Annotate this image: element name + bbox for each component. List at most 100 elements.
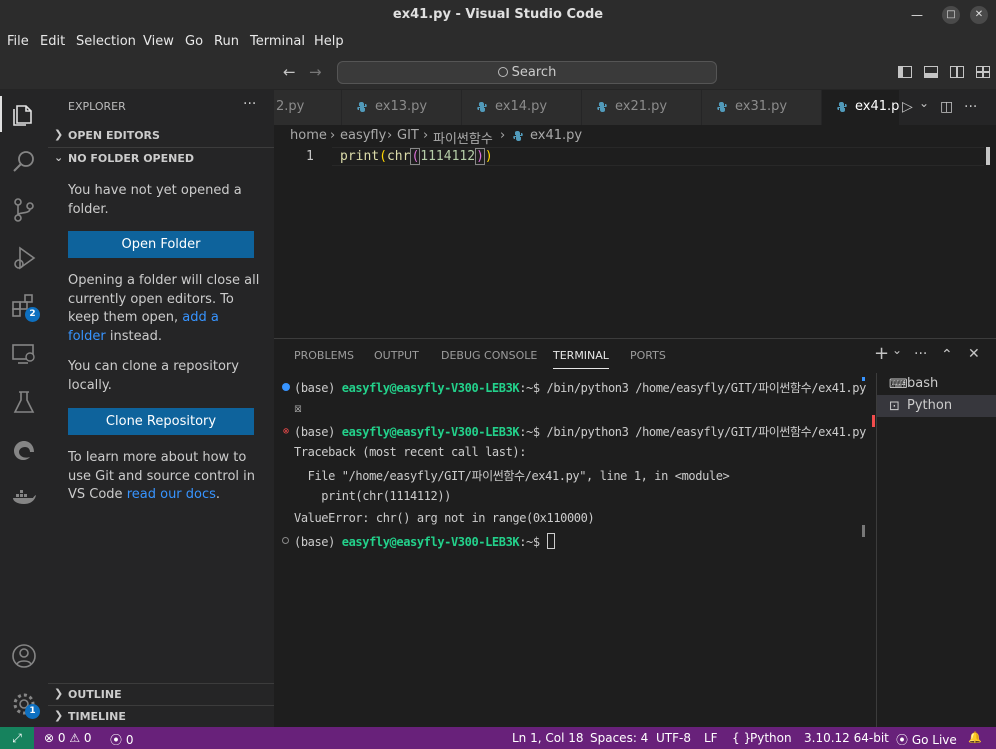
title-bar: ex41.py - Visual Studio Code — □ ✕ — [0, 0, 996, 31]
terminal-output[interactable]: (base) easyfly@easyfly-V300-LEB3K:~$ /bi… — [274, 377, 866, 727]
maximize-button[interactable]: □ — [942, 6, 960, 24]
python-interpreter[interactable]: 3.10.12 64-bit — [804, 731, 889, 745]
menu-help[interactable]: Help — [314, 34, 344, 49]
ports-status[interactable]: ⦿ 0 — [110, 731, 133, 748]
language-mode[interactable]: Python — [750, 731, 792, 745]
back-arrow-icon[interactable]: ← — [283, 63, 296, 81]
breadcrumb-git[interactable]: GIT — [397, 128, 419, 143]
menu-file[interactable]: File — [7, 34, 29, 49]
terminal-cursor — [546, 533, 555, 549]
no-folder-label: NO FOLDER OPENED — [68, 152, 194, 165]
read-docs-link[interactable]: read our docs — [127, 487, 216, 502]
timeline-header[interactable]: ❯ TIMELINE — [48, 705, 274, 727]
toggle-panel-icon[interactable] — [924, 66, 938, 78]
menu-selection[interactable]: Selection — [76, 34, 136, 49]
prompt-user: easyfly@easyfly-V300-LEB3K — [341, 381, 520, 395]
breadcrumb-folder[interactable]: 파이썬함수 — [433, 128, 493, 147]
chevron-right-icon: ❯ — [54, 709, 64, 722]
open-folder-button[interactable]: Open Folder — [68, 231, 254, 258]
no-folder-header[interactable]: ⌄ NO FOLDER OPENED — [48, 147, 274, 169]
search-view-icon[interactable] — [10, 148, 38, 176]
explorer-icon[interactable] — [10, 100, 38, 128]
clone-repository-button[interactable]: Clone Repository — [68, 408, 254, 435]
menu-view[interactable]: View — [143, 34, 174, 49]
tab-terminal[interactable]: TERMINAL — [553, 349, 609, 369]
edge-devtools-icon[interactable] — [10, 436, 38, 464]
minimap-slider[interactable] — [986, 147, 990, 165]
close-panel-icon[interactable]: ✕ — [968, 346, 980, 362]
docker-icon[interactable] — [10, 484, 38, 512]
open-editors-header[interactable]: ❯ OPEN EDITORS — [48, 125, 274, 147]
activity-bar: 2 1 — [0, 90, 48, 727]
terminal-item-python[interactable]: ⊡ Python — [877, 395, 996, 417]
minimize-button[interactable]: — — [908, 6, 926, 24]
search-icon — [497, 67, 508, 77]
tab-label: ex31.py — [735, 99, 788, 114]
testing-icon[interactable] — [10, 388, 38, 416]
run-debug-icon[interactable] — [10, 244, 38, 272]
encoding-status[interactable]: UTF-8 — [656, 731, 691, 745]
tab-ex41-py[interactable]: ex41.p — [822, 90, 900, 125]
terminal-line: print(chr(1114112)) — [294, 489, 451, 503]
breadcrumb-file[interactable]: ex41.py — [530, 128, 582, 143]
source-control-icon[interactable] — [10, 196, 38, 224]
customize-layout-icon[interactable] — [976, 66, 990, 78]
run-file-icon[interactable]: ▷ — [902, 99, 913, 115]
tab-ports[interactable]: PORTS — [630, 349, 666, 362]
tab-ex14-py[interactable]: ex14.py — [462, 90, 582, 125]
tab-ex13-py[interactable]: ex13.py — [342, 90, 462, 125]
menu-run[interactable]: Run — [214, 34, 239, 49]
notifications-bell-icon[interactable]: 🔔 — [968, 731, 982, 744]
run-dropdown-icon[interactable]: ⌄ — [919, 96, 929, 110]
breadcrumb-easyfly[interactable]: easyfly — [340, 128, 386, 143]
toggle-secondary-sidebar-icon[interactable] — [950, 66, 964, 78]
warning-count: 0 — [83, 731, 92, 745]
menu-edit[interactable]: Edit — [40, 34, 65, 49]
breadcrumb-home[interactable]: home — [290, 128, 327, 143]
tab-debug-console[interactable]: DEBUG CONSOLE — [441, 349, 537, 362]
close-window-button[interactable]: ✕ — [970, 6, 988, 24]
menu-terminal[interactable]: Terminal — [250, 34, 305, 49]
code-editor[interactable]: 1 print(chr(1114112)) — [274, 147, 996, 338]
outline-header[interactable]: ❯ OUTLINE — [48, 683, 274, 705]
terminal-dropdown-icon[interactable]: ⌄ — [892, 343, 902, 357]
bottom-panel: PROBLEMS OUTPUT DEBUG CONSOLE TERMINAL P… — [274, 338, 996, 728]
new-terminal-icon[interactable]: + — [874, 343, 889, 364]
tab-ex31-py[interactable]: ex31.py — [702, 90, 822, 125]
maximize-panel-icon[interactable]: ⌃ — [941, 347, 953, 363]
problems-status[interactable]: ⊗ 0 ⚠ 0 — [44, 731, 92, 745]
token-paren-open-inner: ( — [410, 148, 421, 165]
tab-2-py[interactable]: 2.py — [274, 90, 342, 125]
command-success-marker[interactable] — [282, 383, 290, 391]
indentation-status[interactable]: Spaces: 4 — [590, 731, 648, 745]
remote-indicator[interactable]: ⤢ — [0, 727, 34, 749]
command-pending-marker[interactable] — [282, 537, 289, 544]
menu-go[interactable]: Go — [185, 34, 203, 49]
panel-more-icon[interactable]: ··· — [914, 346, 927, 362]
python-file-icon — [357, 102, 367, 112]
terminal-line: Traceback (most recent call last): — [294, 445, 527, 459]
terminal-scrollbar[interactable] — [862, 377, 865, 537]
python-file-icon — [597, 102, 607, 112]
code-line[interactable]: print(chr(1114112)) — [340, 148, 493, 165]
tab-label: ex13.py — [375, 99, 428, 114]
terminal-item-bash[interactable]: ⌨ bash — [877, 373, 996, 395]
tab-ex21-py[interactable]: ex21.py — [582, 90, 702, 125]
explorer-more-button[interactable]: ··· — [243, 96, 256, 112]
token-paren-close-inner: ) — [475, 148, 485, 165]
split-editor-icon[interactable]: ◫ — [940, 99, 953, 115]
editor-more-icon[interactable]: ··· — [964, 99, 977, 115]
breadcrumb-separator: › — [387, 128, 393, 143]
cursor-position[interactable]: Ln 1, Col 18 — [512, 731, 584, 745]
toggle-sidebar-icon[interactable] — [898, 66, 912, 78]
forward-arrow-icon[interactable]: → — [309, 63, 322, 81]
tab-output[interactable]: OUTPUT — [374, 349, 419, 362]
go-live-button[interactable]: ⦿ Go Live — [896, 731, 957, 748]
explorer-sidebar: EXPLORER ··· ❯ OPEN EDITORS ⌄ NO FOLDER … — [48, 90, 274, 727]
tab-problems[interactable]: PROBLEMS — [294, 349, 354, 362]
command-error-marker[interactable]: ⊗ — [281, 427, 291, 437]
remote-explorer-icon[interactable] — [10, 340, 38, 368]
eol-status[interactable]: LF — [704, 731, 718, 745]
accounts-icon[interactable] — [10, 642, 38, 670]
command-center-search[interactable]: Search — [337, 61, 717, 84]
